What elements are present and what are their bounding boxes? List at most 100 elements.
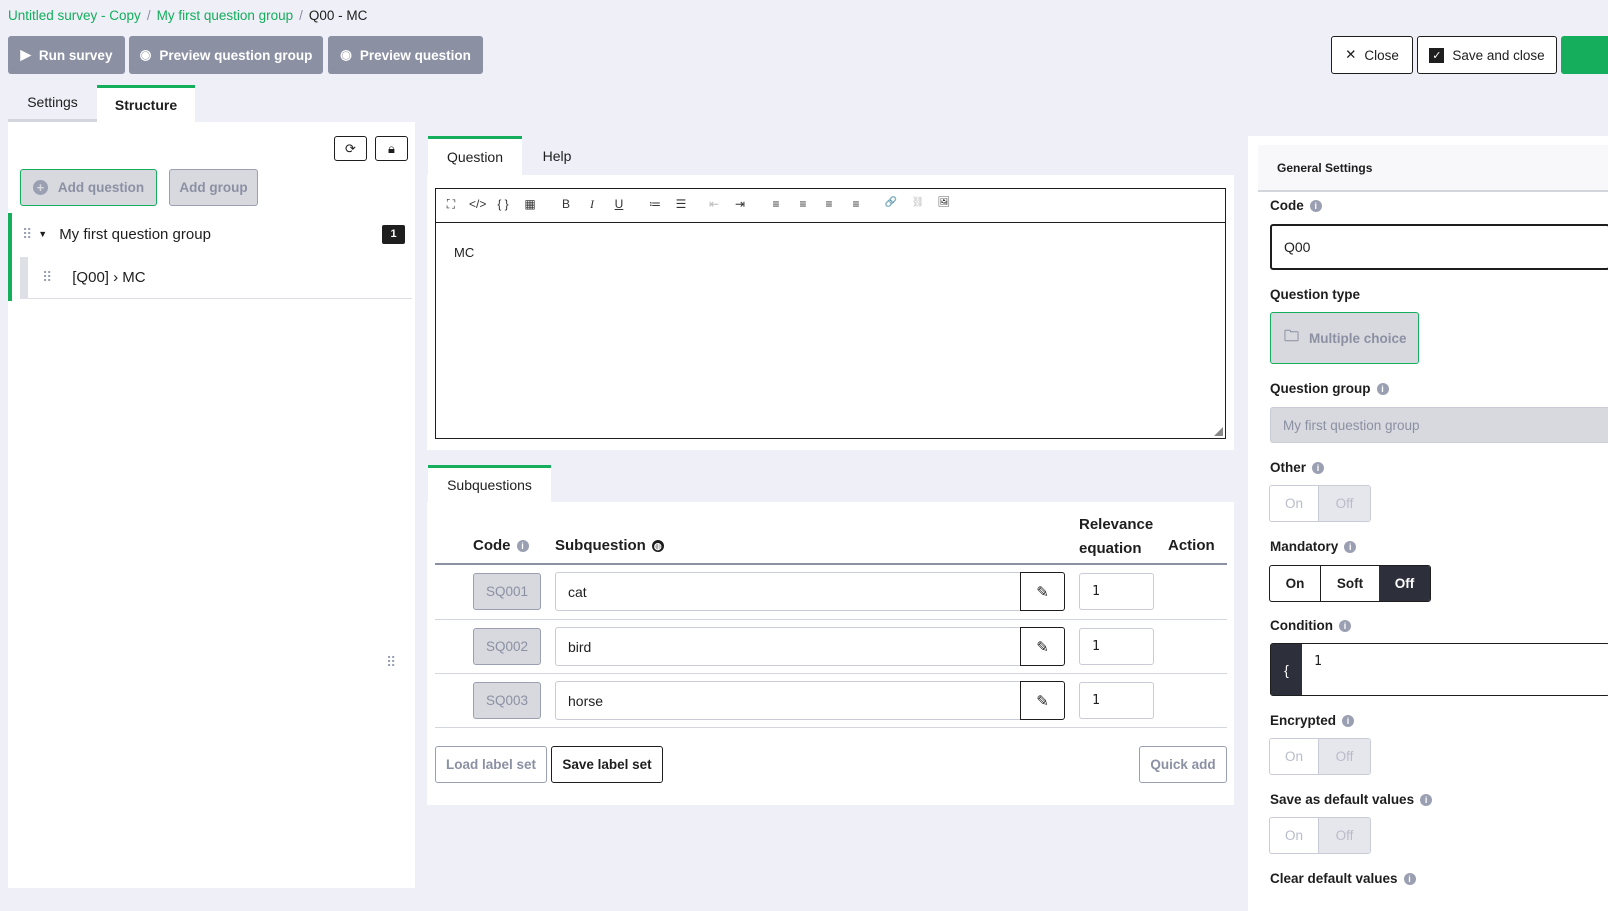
info-icon[interactable]: i: [1403, 872, 1416, 885]
group-question-count-badge: 1: [382, 224, 405, 244]
lock-button[interactable]: 🔒︎: [375, 136, 408, 161]
condition-input[interactable]: { 1: [1270, 643, 1608, 696]
subquestion-text-input[interactable]: horse: [555, 681, 1021, 720]
load-label-set-button[interactable]: Load label set: [435, 746, 547, 783]
encrypted-toggle[interactable]: On Off: [1269, 738, 1371, 775]
tab-question[interactable]: Question: [428, 136, 522, 175]
align-right-icon[interactable]: ≡: [821, 197, 837, 211]
subquestion-code: SQ003: [473, 682, 541, 719]
edit-button[interactable]: ✎: [1020, 572, 1065, 611]
bold-icon[interactable]: B: [558, 197, 574, 211]
globe-icon[interactable]: ◍: [651, 539, 664, 552]
mandatory-off[interactable]: Off: [1379, 566, 1430, 601]
link-icon[interactable]: 🔗: [883, 197, 899, 208]
edit-button[interactable]: ✎: [1020, 627, 1065, 666]
toggle-off[interactable]: Off: [1319, 818, 1370, 853]
align-center-icon[interactable]: ≡: [795, 197, 811, 211]
add-question-label: Add question: [57, 180, 145, 195]
drag-handle-icon[interactable]: ⠿: [22, 226, 32, 243]
fullscreen-icon[interactable]: ⛶: [443, 197, 459, 212]
toggle-off[interactable]: Off: [1319, 739, 1370, 774]
justify-icon[interactable]: ≡: [848, 197, 864, 211]
relevance-input[interactable]: 1: [1079, 573, 1154, 610]
add-group-button[interactable]: Add group: [169, 169, 258, 206]
other-toggle[interactable]: On Off: [1269, 485, 1371, 522]
run-survey-label: Run survey: [38, 47, 113, 63]
drag-handle-icon[interactable]: ⠿: [42, 269, 52, 286]
relevance-input[interactable]: 1: [1079, 682, 1154, 719]
run-survey-button[interactable]: ▶ Run survey: [8, 36, 125, 74]
info-icon[interactable]: i: [1376, 382, 1389, 395]
tab-subquestions[interactable]: Subquestions: [428, 465, 551, 502]
tab-structure[interactable]: Structure: [97, 85, 195, 122]
subquestion-rows: SQ001 cat ✎ 1 SQ002 bird ✎ 1 SQ003 horse…: [435, 565, 1227, 728]
editor-content[interactable]: MC: [454, 245, 474, 260]
numbered-list-icon[interactable]: ≔: [647, 197, 663, 211]
info-icon[interactable]: i: [1342, 714, 1355, 727]
close-button[interactable]: ✕ Close: [1331, 36, 1413, 74]
tab-help[interactable]: Help: [522, 136, 592, 175]
subquestion-text-input[interactable]: cat: [555, 572, 1021, 611]
sync-button[interactable]: ⟳: [334, 136, 367, 161]
pencil-icon: ✎: [1036, 638, 1049, 656]
toggle-off[interactable]: Off: [1319, 486, 1370, 521]
source-icon[interactable]: </>: [469, 197, 486, 211]
save-default-toggle[interactable]: On Off: [1269, 817, 1371, 854]
toggle-on[interactable]: On: [1270, 818, 1319, 853]
unlink-icon: ⛓: [911, 197, 925, 208]
preview-question-button[interactable]: ◉ Preview question: [328, 36, 483, 74]
resize-handle-icon[interactable]: ⠿: [386, 654, 396, 671]
question-type-label: Question type: [1270, 287, 1361, 302]
encrypted-label-text: Encrypted: [1270, 713, 1337, 728]
image-icon[interactable]: 🖼: [936, 197, 952, 208]
code-input[interactable]: Q00: [1270, 224, 1608, 270]
table-icon[interactable]: ▦: [522, 197, 538, 211]
question-group-item[interactable]: ⠿ ▼ My first question group 1: [16, 213, 413, 255]
save-default-label-text: Save as default values: [1270, 792, 1415, 807]
edit-button[interactable]: ✎: [1020, 681, 1065, 720]
tab-settings[interactable]: Settings: [8, 85, 97, 122]
relevance-input[interactable]: 1: [1079, 628, 1154, 665]
save-label-set-button[interactable]: Save label set: [551, 746, 663, 783]
toggle-on[interactable]: On: [1270, 739, 1319, 774]
general-settings-panel: General Settings Code i Q00 Question type…: [1248, 136, 1608, 911]
question-item[interactable]: ⠿ [Q00] › MC: [20, 257, 412, 299]
question-group-select[interactable]: My first question group: [1270, 407, 1608, 443]
mandatory-soft[interactable]: Soft: [1321, 566, 1379, 601]
expression-icon[interactable]: { }: [495, 197, 511, 211]
bulleted-list-icon[interactable]: ☰: [673, 197, 689, 211]
close-label: Close: [1364, 47, 1399, 63]
info-icon[interactable]: i: [516, 539, 529, 552]
italic-icon[interactable]: I: [584, 197, 600, 212]
preview-group-button[interactable]: ◉ Preview question group: [129, 36, 323, 74]
subquestion-text-input[interactable]: bird: [555, 627, 1021, 666]
info-icon[interactable]: i: [1338, 619, 1351, 632]
tab-structure-label: Structure: [114, 97, 178, 113]
info-icon[interactable]: i: [1420, 793, 1433, 806]
question-type-selector[interactable]: 🗀 Multiple choice: [1270, 312, 1419, 364]
align-left-icon[interactable]: ≡: [768, 197, 784, 211]
indent-icon[interactable]: ⇥: [732, 197, 748, 211]
breadcrumb-group-link[interactable]: My first question group: [157, 8, 294, 23]
resize-grip-icon[interactable]: [1214, 427, 1223, 436]
breadcrumb-survey-link[interactable]: Untitled survey - Copy: [8, 8, 141, 23]
mandatory-on[interactable]: On: [1270, 566, 1321, 601]
save-and-close-button[interactable]: ✓ Save and close: [1417, 36, 1557, 74]
add-question-button[interactable]: + Add question: [20, 169, 157, 206]
caret-down-icon[interactable]: ▼: [38, 229, 47, 239]
quick-add-button[interactable]: Quick add: [1139, 746, 1227, 783]
outdent-icon: ⇤: [708, 197, 720, 211]
general-settings-header[interactable]: General Settings: [1258, 145, 1608, 192]
question-group-label: Question group i: [1270, 381, 1389, 396]
question-editor-panel: MC: [427, 175, 1234, 450]
clear-default-label: Clear default values i: [1270, 871, 1416, 886]
mandatory-toggle[interactable]: On Soft Off: [1269, 565, 1431, 602]
save-default-label: Save as default values i: [1270, 792, 1433, 807]
toggle-on[interactable]: On: [1270, 486, 1319, 521]
underline-icon[interactable]: U: [611, 197, 627, 211]
info-icon[interactable]: i: [1309, 199, 1322, 212]
save-button[interactable]: [1561, 36, 1608, 74]
info-icon[interactable]: i: [1344, 540, 1357, 553]
info-icon[interactable]: i: [1312, 461, 1325, 474]
rich-text-editor: MC: [435, 188, 1226, 439]
